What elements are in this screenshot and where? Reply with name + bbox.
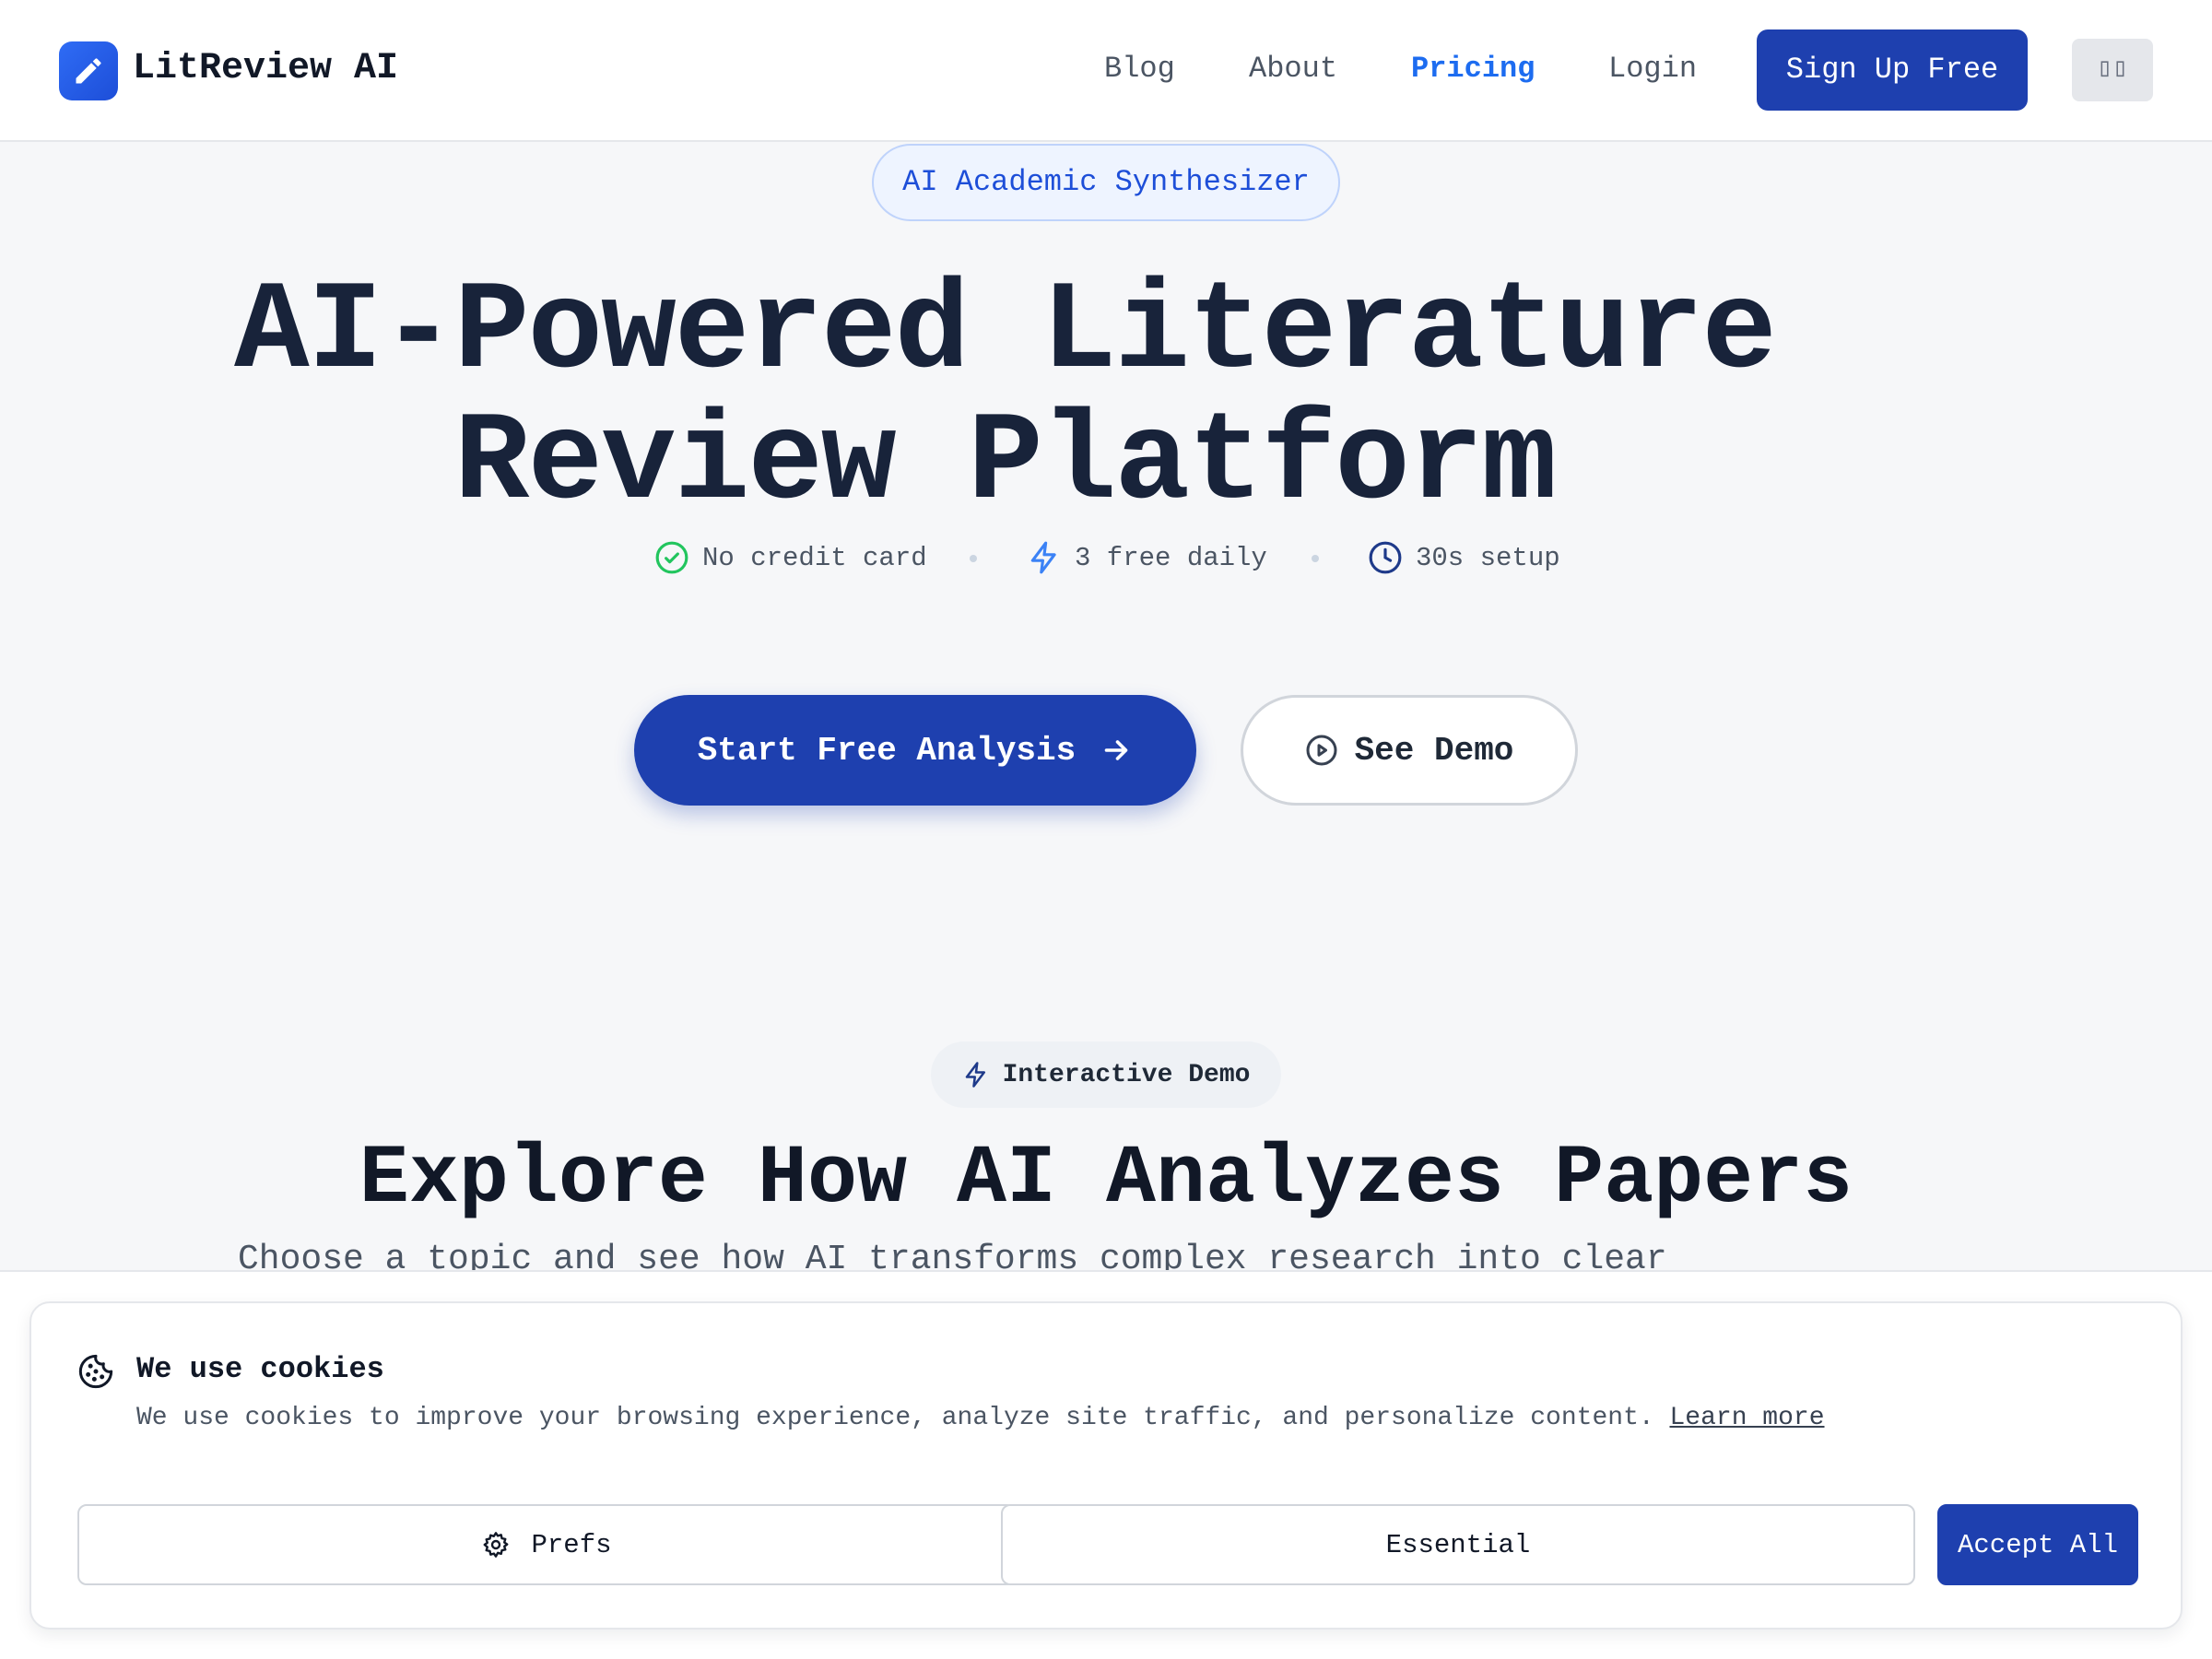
feature-free-daily: 3 free daily — [1027, 535, 1267, 581]
brand-logo[interactable] — [59, 41, 118, 100]
brand-name[interactable]: LitReview AI — [133, 46, 398, 92]
nav-about[interactable]: About — [1249, 51, 1337, 88]
feature-label: 30s setup — [1416, 542, 1560, 573]
arrow-right-icon — [1104, 740, 1128, 760]
feature-no-credit-card: No credit card — [654, 535, 927, 581]
cookie-banner: We use cookies We use cookies to improve… — [29, 1301, 2183, 1630]
cta-secondary-label: See Demo — [1354, 731, 1514, 770]
demo-badge-label: Interactive Demo — [1002, 1060, 1251, 1089]
pencil-icon — [76, 58, 101, 84]
prefs-label: Prefs — [531, 1529, 612, 1560]
check-circle-icon — [655, 541, 688, 574]
section-title: Explore How AI Analyzes Papers — [359, 1133, 1853, 1227]
hero-title: AI-Powered Literature Review Platform — [184, 267, 1825, 529]
cookie-title: We use cookies — [136, 1352, 384, 1386]
play-circle-icon — [1306, 735, 1337, 766]
sign-up-button[interactable]: Sign Up Free — [1757, 29, 2028, 111]
cookie-essential-button[interactable]: Essential — [1001, 1504, 1915, 1585]
theme-toggle-button[interactable]: ▯▯ — [2072, 39, 2153, 101]
gear-icon — [484, 1532, 509, 1558]
nav-login[interactable]: Login — [1608, 51, 1697, 88]
cookie-description: We use cookies to improve your browsing … — [136, 1401, 1825, 1436]
learn-more-link[interactable]: Learn more — [1669, 1404, 1824, 1432]
cookie-icon — [78, 1354, 113, 1389]
feature-label: No credit card — [702, 542, 927, 573]
nav-blog[interactable]: Blog — [1104, 51, 1175, 88]
site-header: LitReview AI Blog About Pricing Login Si… — [0, 0, 2212, 142]
hero-features: No credit card 3 free daily 30s setup — [0, 535, 2212, 581]
cookie-prefs-button[interactable]: Prefs — [77, 1504, 1016, 1585]
feature-label: 3 free daily — [1075, 542, 1267, 573]
lightning-icon — [1030, 541, 1056, 574]
hero-title-line-1: AI-Powered Literature — [234, 262, 1777, 404]
cta-primary-label: Start Free Analysis — [697, 731, 1077, 770]
nav-pricing[interactable]: Pricing — [1411, 51, 1535, 88]
feature-separator — [1312, 555, 1319, 562]
lightning-icon — [965, 1062, 985, 1088]
feature-setup-time: 30s setup — [1368, 535, 1560, 581]
interactive-demo-badge: Interactive Demo — [931, 1041, 1281, 1108]
hero-badge: AI Academic Synthesizer — [872, 144, 1340, 221]
clock-icon — [1369, 541, 1402, 574]
see-demo-button[interactable]: See Demo — [1241, 695, 1578, 806]
hero-title-line-2: Review Platform — [453, 393, 1557, 535]
feature-separator — [970, 555, 977, 562]
start-free-analysis-button[interactable]: Start Free Analysis — [634, 695, 1196, 806]
cookie-text: We use cookies to improve your browsing … — [136, 1404, 1654, 1432]
cookie-accept-all-button[interactable]: Accept All — [1937, 1504, 2138, 1585]
